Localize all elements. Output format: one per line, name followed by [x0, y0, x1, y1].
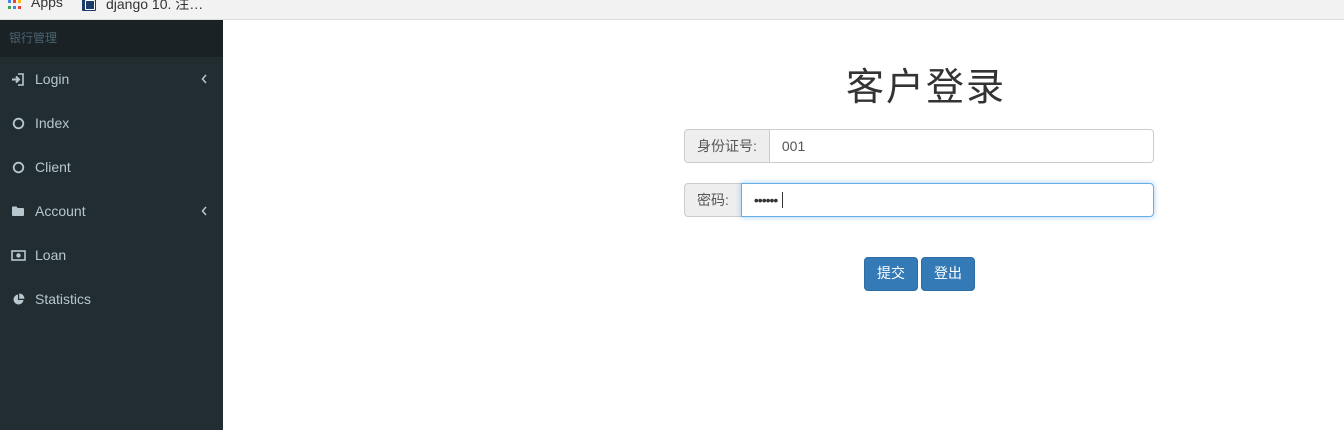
- password-wrapper: ••••••: [740, 183, 1154, 217]
- main-content: 客户登录 身份证号: 密码: •••••• 提交 登出: [223, 20, 1344, 430]
- logout-button[interactable]: 登出: [921, 257, 975, 291]
- sidebar-item-loan[interactable]: Loan: [0, 233, 223, 277]
- chevron-left-icon: [201, 206, 207, 216]
- sidebar-item-label: Loan: [35, 247, 67, 263]
- apps-grid-dot: [8, 5, 11, 9]
- bookmark-apps[interactable]: Apps: [8, 0, 63, 10]
- sidebar-item-label: Index: [35, 115, 70, 131]
- page-title: 客户登录: [846, 65, 1007, 109]
- id-number-label: 身份证号:: [684, 129, 769, 163]
- sidebar-item-label: Statistics: [35, 291, 92, 307]
- folder-icon: [10, 203, 26, 219]
- sidebar-item-login[interactable]: Login: [0, 57, 223, 101]
- bookmark-apps-label: Apps: [31, 0, 63, 10]
- sidebar-header: 银行管理: [0, 20, 223, 57]
- money-icon: [10, 247, 26, 263]
- apps-grid-dot: [13, 0, 16, 4]
- sidebar-item-client[interactable]: Client: [0, 145, 223, 189]
- bookmarks-bar: Apps django 10. 注…: [0, 0, 1344, 20]
- sign-in-icon: [10, 71, 26, 87]
- password-label: 密码:: [684, 183, 741, 217]
- circle-icon: [10, 159, 26, 175]
- sidebar: 银行管理 Login Index Client Account Loan Sta…: [0, 20, 223, 430]
- bookmark-django[interactable]: django 10. 注…: [82, 0, 203, 14]
- sidebar-item-index[interactable]: Index: [0, 101, 223, 145]
- submit-button[interactable]: 提交: [864, 257, 918, 291]
- sidebar-item-label: Client: [35, 159, 71, 175]
- id-number-group: 身份证号:: [684, 129, 1154, 163]
- apps-grid-dot: [8, 0, 11, 4]
- password-field[interactable]: [740, 183, 1154, 217]
- chevron-left-icon: [201, 74, 207, 84]
- apps-grid-dot: [13, 5, 16, 9]
- pie-chart-icon: [10, 291, 26, 307]
- password-group: 密码: ••••••: [684, 183, 1154, 217]
- bookmark-django-label: django 10. 注…: [106, 0, 204, 12]
- page-favicon-icon: [82, 0, 96, 11]
- text-caret: [781, 192, 783, 208]
- circle-icon: [10, 115, 26, 131]
- apps-grid-dot: [18, 5, 21, 9]
- sidebar-item-statistics[interactable]: Statistics: [0, 277, 223, 321]
- apps-grid-icon: [8, 0, 22, 9]
- sidebar-item-account[interactable]: Account: [0, 189, 223, 233]
- apps-grid-dot: [18, 0, 21, 4]
- id-number-field[interactable]: [768, 129, 1154, 163]
- sidebar-item-label: Login: [35, 71, 70, 87]
- sidebar-item-label: Account: [35, 203, 86, 219]
